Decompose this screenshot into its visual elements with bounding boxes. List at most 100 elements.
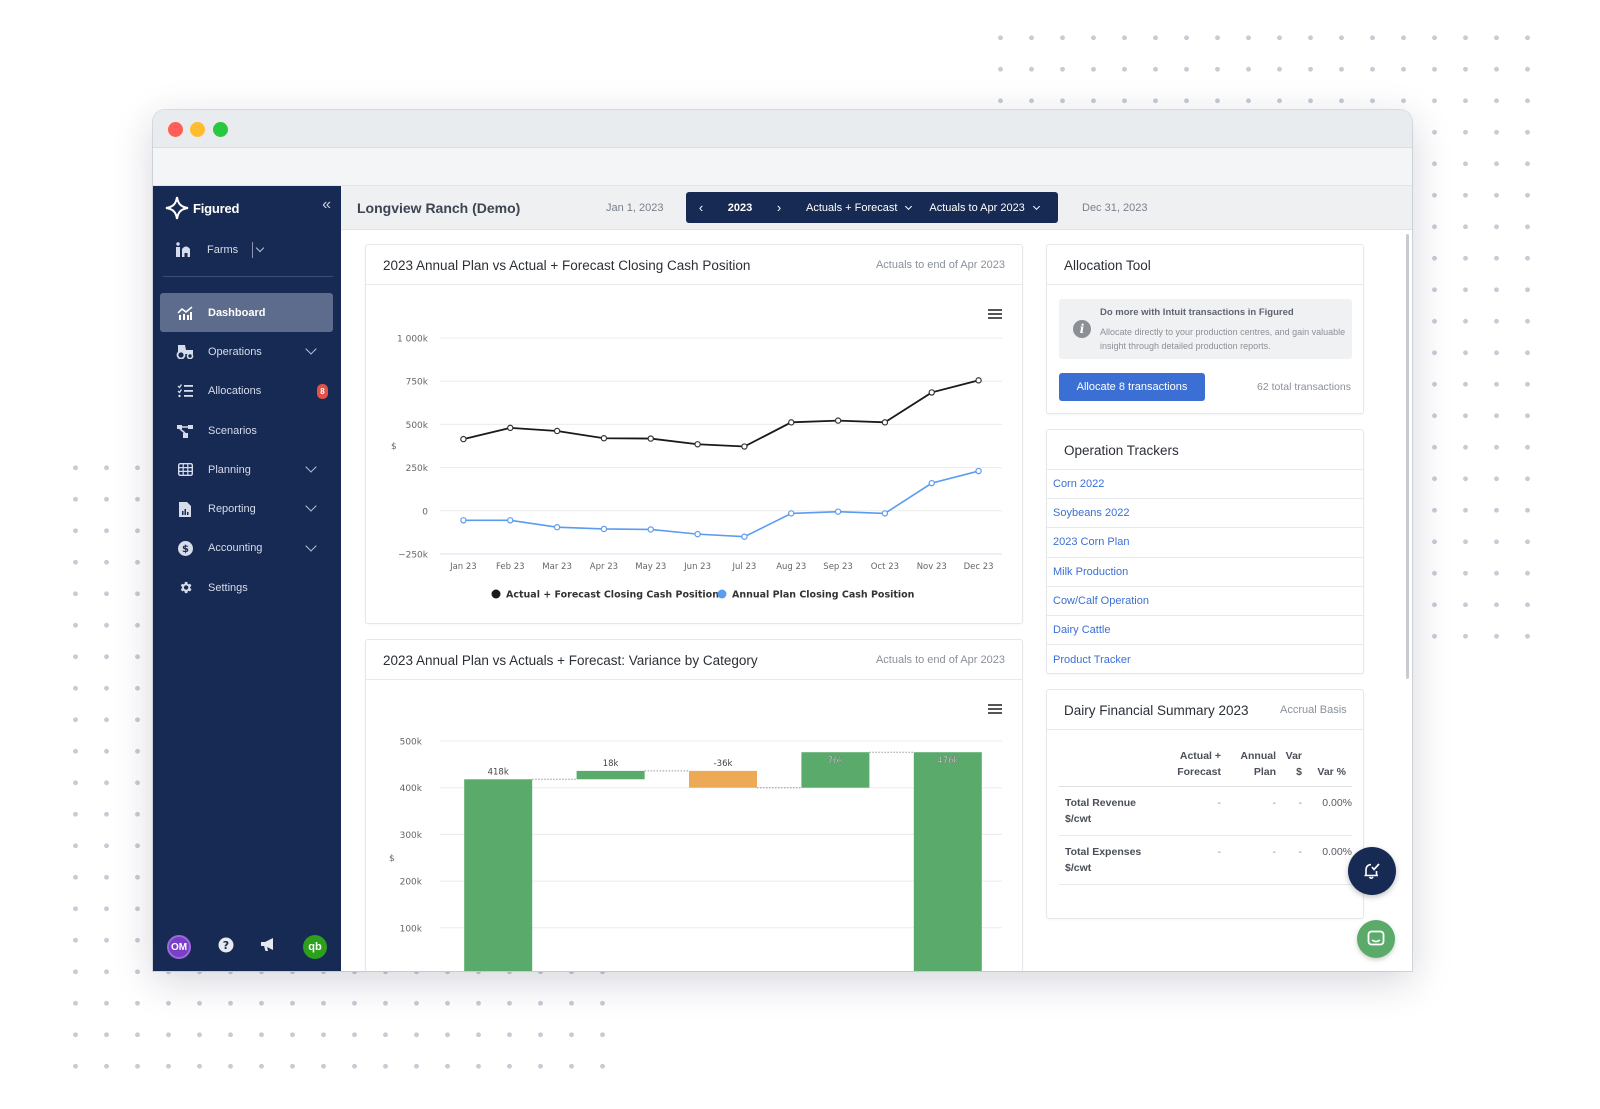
- y-tick-label: 400k: [400, 784, 423, 794]
- y-tick-label: 100k: [400, 924, 423, 934]
- column-header: [1059, 748, 1159, 787]
- tracker-link[interactable]: Product Tracker: [1047, 645, 1363, 674]
- vertical-scrollbar[interactable]: [1406, 234, 1409, 679]
- close-window-button[interactable]: [168, 122, 183, 137]
- dollar-icon: $: [176, 539, 194, 557]
- sidebar-item-label: Accounting: [208, 542, 263, 555]
- sidebar-item-accounting[interactable]: $ Accounting: [160, 529, 333, 568]
- data-point: [600, 525, 608, 533]
- waterfall-bar: [913, 752, 982, 971]
- minimize-window-button[interactable]: [190, 122, 205, 137]
- sidebar-item-label: Planning: [208, 463, 251, 476]
- total-transactions: 62 total transactions: [1257, 381, 1351, 393]
- browser-toolbar: [153, 148, 1412, 186]
- data-label: 418k: [488, 767, 509, 777]
- x-tick-label: Dec 23: [964, 562, 994, 572]
- cell-plan: -: [1221, 835, 1276, 885]
- chevron-left-icon: ‹: [698, 200, 704, 215]
- sidebar-footer: OM ? qb: [167, 935, 327, 959]
- data-point: [975, 467, 982, 475]
- data-point: [507, 517, 514, 524]
- sidebar-item-dashboard[interactable]: Dashboard: [160, 293, 333, 333]
- previous-year-button[interactable]: ‹: [686, 200, 716, 215]
- column-header: Var %: [1302, 748, 1352, 787]
- actuals-to-dropdown[interactable]: Actuals to Apr 2023: [929, 202, 1040, 214]
- cell-var-pct: 0.00%: [1302, 786, 1352, 836]
- notifications-button[interactable]: [1348, 847, 1396, 895]
- sidebar-item-allocations[interactable]: Allocations 8: [160, 372, 333, 411]
- tracker-link[interactable]: Corn 2022: [1047, 470, 1363, 500]
- sidebar-nav: Dashboard Operations Allocations 8 Scena…: [160, 293, 333, 607]
- data-point: [881, 510, 889, 517]
- column-header: Annual Plan: [1221, 748, 1276, 787]
- user-avatar[interactable]: OM: [167, 935, 191, 959]
- card-title: 2023 Annual Plan vs Actual + Forecast Cl…: [383, 258, 751, 273]
- sidebar-item-planning[interactable]: Planning: [160, 450, 333, 489]
- sidebar-item-scenarios[interactable]: Scenarios: [160, 411, 333, 450]
- svg-text:$: $: [182, 544, 189, 555]
- chat-support-button[interactable]: [1357, 920, 1395, 958]
- farm-selector[interactable]: Farms: [175, 242, 265, 258]
- scenarios-icon: [176, 422, 194, 440]
- variance-card: 2023 Annual Plan vs Actuals + Forecast: …: [365, 639, 1023, 971]
- figured-star-icon: [165, 196, 189, 220]
- cell-actual: -: [1159, 835, 1221, 885]
- x-tick-label: Mar 23: [542, 562, 572, 572]
- maximize-window-button[interactable]: [213, 122, 228, 137]
- y-axis-label: $: [391, 442, 397, 452]
- next-year-button[interactable]: ›: [764, 200, 794, 215]
- brand-logo[interactable]: Figured: [165, 196, 239, 220]
- bell-check-icon: [1364, 863, 1380, 880]
- tracker-link[interactable]: Milk Production: [1047, 558, 1363, 587]
- megaphone-icon[interactable]: [260, 937, 276, 957]
- allocate-transactions-button[interactable]: Allocate 8 transactions: [1059, 373, 1205, 401]
- table-row: Total Revenue $/cwt - - -0.00%: [1059, 786, 1352, 836]
- chevron-down-icon: [305, 343, 317, 355]
- data-point: [928, 479, 935, 487]
- card-title: 2023 Annual Plan vs Actuals + Forecast: …: [383, 653, 758, 668]
- tracker-link[interactable]: Cow/Calf Operation: [1047, 587, 1363, 616]
- chevron-down-icon: [305, 461, 317, 473]
- period-start-date: Jan 1, 2023: [606, 202, 664, 214]
- sidebar-item-operations[interactable]: Operations: [160, 332, 333, 371]
- chevron-down-icon: [1032, 202, 1040, 210]
- data-point: [788, 419, 795, 426]
- checklist-icon: [176, 382, 194, 400]
- cash-position-card: 2023 Annual Plan vs Actual + Forecast Cl…: [365, 244, 1023, 624]
- cell-label: Total Revenue $/cwt: [1059, 786, 1159, 836]
- card-header: Dairy Financial Summary 2023 Accrual Bas…: [1047, 690, 1363, 730]
- x-tick-label: Nov 23: [917, 562, 947, 572]
- operation-trackers-card: Operation Trackers Corn 2022 Soybeans 202…: [1046, 429, 1364, 674]
- farm-selector-label: Farms: [207, 244, 239, 256]
- card-header: Operation Trackers: [1047, 430, 1363, 470]
- selected-year: 2023: [727, 201, 753, 214]
- sidebar-item-reporting[interactable]: Reporting: [160, 489, 333, 528]
- card-subtitle: Actuals to end of Apr 2023: [875, 654, 1005, 666]
- data-point: [834, 417, 842, 424]
- view-mode-dropdown[interactable]: Actuals + Forecast: [806, 202, 913, 214]
- data-label: 476k: [937, 756, 958, 766]
- tracker-list: Corn 2022 Soybeans 2022 2023 Corn Plan Milk…: [1047, 470, 1363, 674]
- intuit-info-banner: i Do more with Intuit transactions in Fi…: [1059, 299, 1352, 359]
- tracker-link[interactable]: Dairy Cattle: [1047, 616, 1363, 646]
- card-title: Operation Trackers: [1064, 443, 1179, 458]
- data-point: [507, 424, 514, 432]
- window-titlebar: [153, 110, 1412, 148]
- tracker-link[interactable]: 2023 Corn Plan: [1047, 528, 1363, 558]
- data-point: [553, 427, 561, 435]
- tracker-link[interactable]: Soybeans 2022: [1047, 499, 1363, 529]
- x-tick-label: Jul 23: [732, 562, 757, 572]
- farm-name: Longview Ranch (Demo): [357, 200, 521, 216]
- brand-name: Figured: [193, 200, 240, 216]
- card-subtitle: Actuals to end of Apr 2023: [875, 259, 1005, 271]
- chevron-down-icon: [255, 243, 265, 253]
- collapse-sidebar-button[interactable]: «: [322, 196, 331, 214]
- sidebar-item-label: Scenarios: [208, 424, 257, 437]
- table-row: Total Expenses $/cwt - - -0.00%: [1059, 835, 1352, 885]
- cell-var: -: [1276, 786, 1302, 836]
- help-icon[interactable]: ?: [218, 937, 234, 958]
- chevron-down-icon: [305, 540, 317, 552]
- quickbooks-button[interactable]: qb: [302, 935, 327, 959]
- grid-icon: [176, 461, 194, 479]
- sidebar-item-settings[interactable]: Settings: [160, 568, 333, 607]
